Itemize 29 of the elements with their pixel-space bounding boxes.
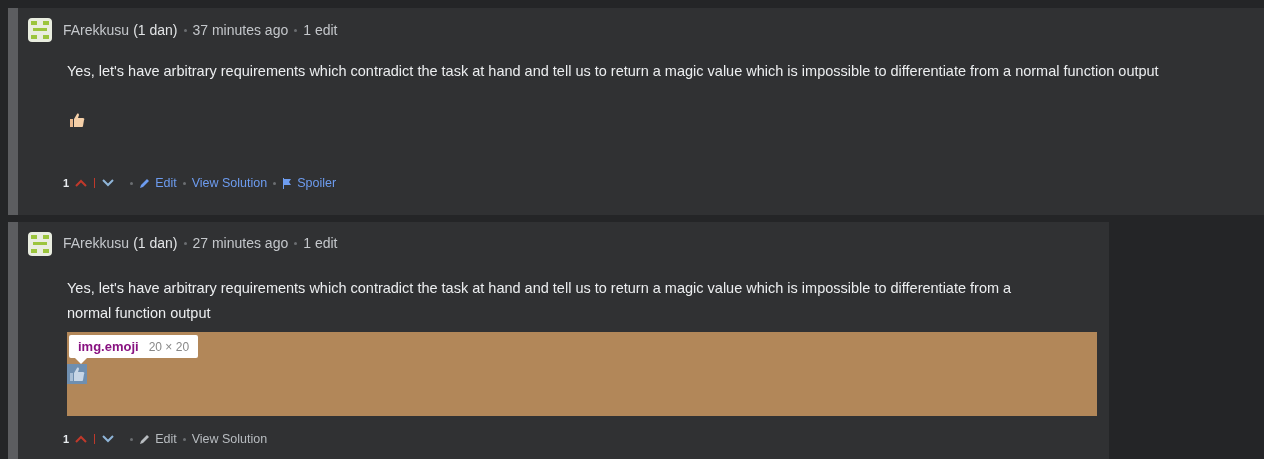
pencil-icon	[139, 177, 151, 189]
rank-label: (1 dan)	[133, 234, 178, 254]
edit-link[interactable]: Edit	[155, 429, 177, 449]
author-name[interactable]: FArekkusu	[63, 233, 130, 255]
avatar-icon	[28, 18, 52, 42]
element-size: 20 × 20	[148, 338, 190, 356]
pencil-icon	[139, 433, 151, 445]
upvote-icon[interactable]	[75, 435, 88, 444]
spoiler-link[interactable]: Spoiler	[297, 174, 337, 193]
comment-text: Yes, let's have arbitrary requirements which contradict the task at hand and tell us to return a magic value which is impossible to differentiate from a normal function output	[67, 278, 1013, 323]
edit-count: 1 edit	[303, 234, 338, 254]
vote-count: 1	[63, 431, 70, 447]
edit-link[interactable]: Edit	[155, 174, 177, 193]
comment-text: Yes, let's have arbitrary requirements which contradict the task at hand and tell us to return a magic value which is impossible to differentiate from a normal function output	[67, 62, 1160, 81]
vote-count: 1	[63, 176, 70, 192]
element-selector: img.emoji	[78, 337, 139, 356]
downvote-icon[interactable]	[102, 435, 115, 444]
downvote-icon[interactable]	[102, 179, 115, 188]
timestamp[interactable]: 37 minutes ago	[192, 19, 289, 41]
avatar-icon	[28, 231, 52, 256]
rank-label: (1 dan)	[133, 20, 178, 40]
edit-count: 1 edit	[303, 20, 338, 40]
view-solution-link[interactable]: View Solution	[191, 174, 268, 193]
upvote-icon[interactable]	[75, 179, 88, 188]
thumbs-up-icon	[67, 363, 87, 384]
flag-icon	[282, 177, 293, 189]
timestamp[interactable]: 27 minutes ago	[192, 233, 289, 255]
view-solution-link[interactable]: View Solution	[191, 429, 268, 449]
author-name[interactable]: FArekkusu	[63, 19, 130, 41]
